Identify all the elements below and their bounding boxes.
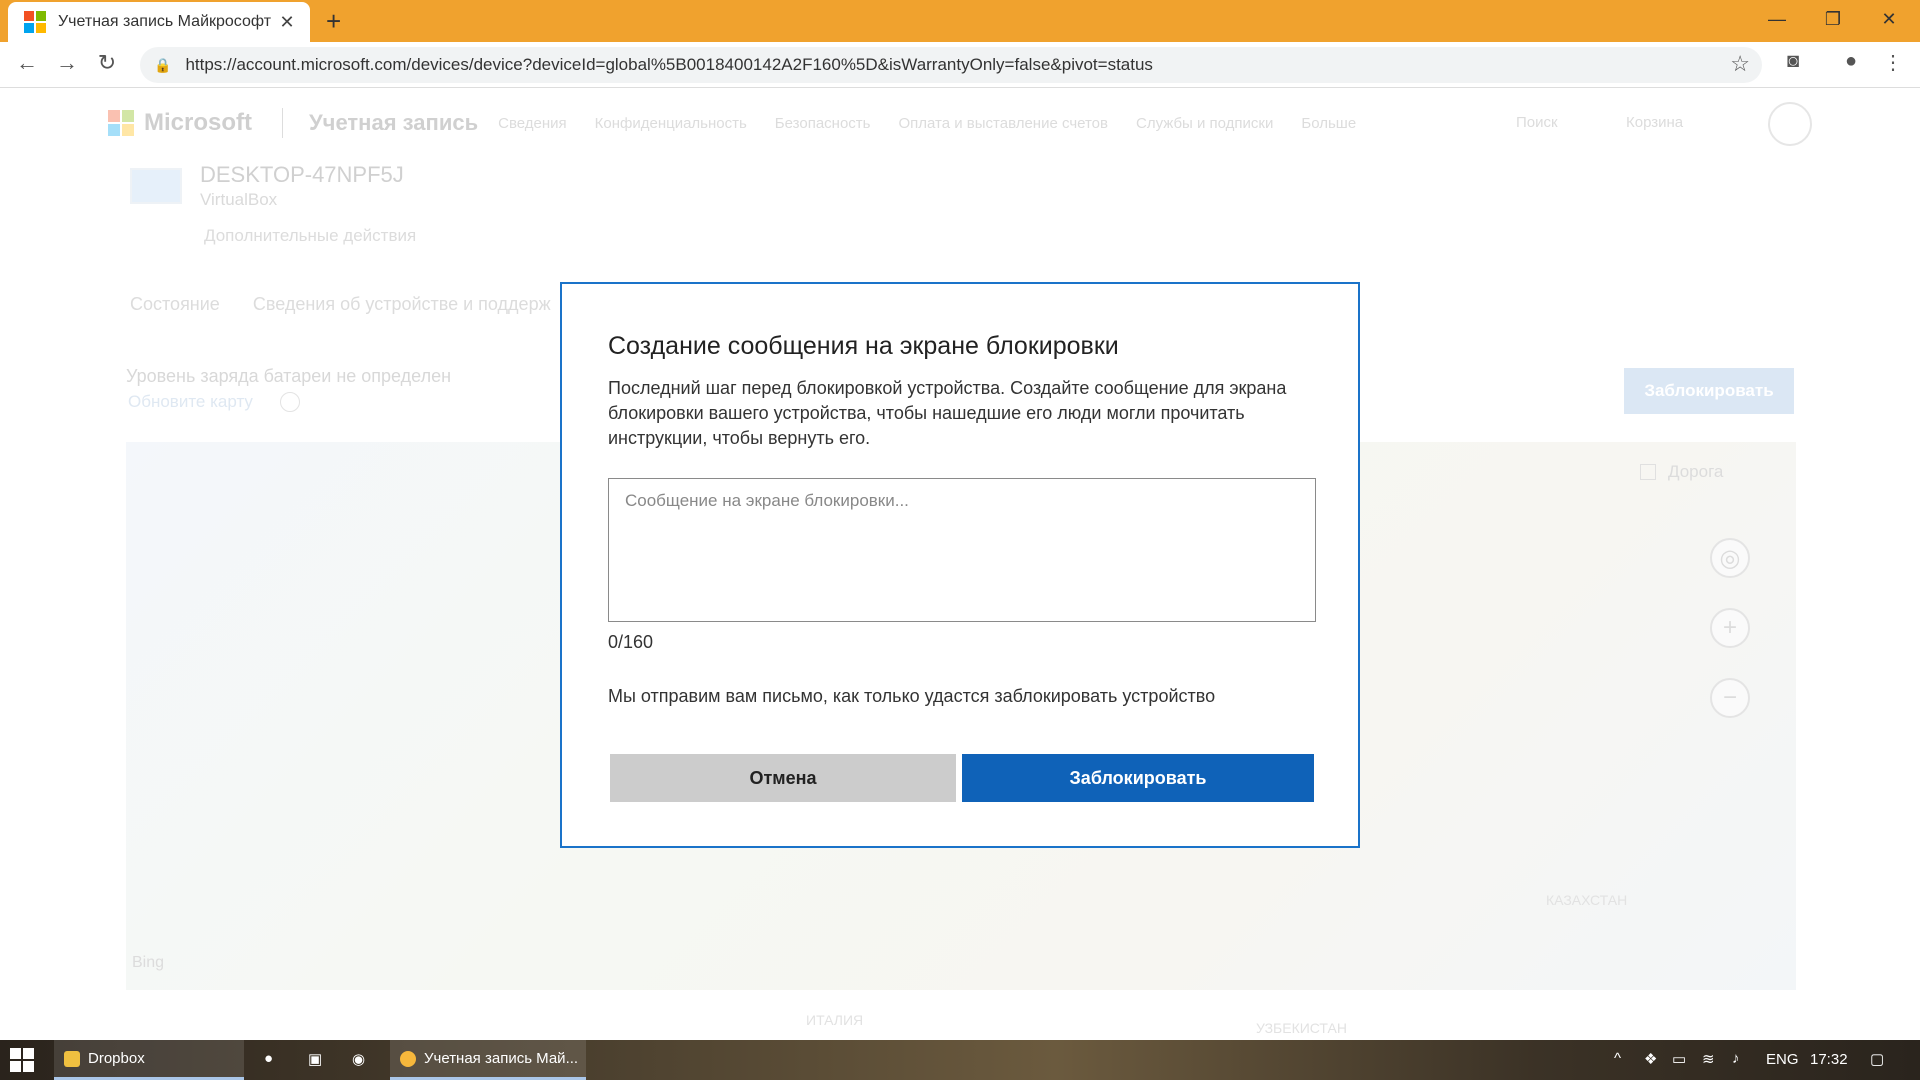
firefox-icon[interactable]: ● [264,1050,273,1067]
url-text[interactable]: https://account.microsoft.com/devices/de… [185,55,1153,75]
nav-cart[interactable]: Корзина [1626,114,1683,131]
device-model: VirtualBox [200,190,278,209]
app-icon[interactable]: ▣ [308,1050,322,1068]
map-label-kazakhstan: КАЗАХСТАН [1546,892,1628,908]
lock-message-input[interactable] [608,478,1316,622]
minimize-button[interactable]: — [1754,4,1800,34]
taskbar-item-chrome[interactable]: Учетная запись Май... [390,1040,586,1080]
nav-divider [282,108,283,138]
chrome-icon [400,1050,416,1067]
bookmark-star-icon[interactable]: ☆ [1730,51,1750,77]
lock-device-button-bg[interactable]: Заблокировать [1624,368,1794,414]
windows-taskbar: Dropbox ● ▣ ◉ Учетная запись Май... ^ ❖ … [0,1040,1920,1080]
dialog-title: Создание сообщения на экране блокировки [608,332,1119,360]
bing-logo: Bing [132,954,165,971]
language-indicator[interactable]: ENG [1766,1051,1799,1068]
chevron-up-icon[interactable]: ^ [1614,1050,1621,1067]
taskbar-item-dropbox[interactable]: Dropbox [54,1040,244,1080]
map-label-italy: ИТАЛИЯ [806,1012,864,1028]
more-actions-link[interactable]: Дополнительные действия [204,226,416,246]
account-avatar[interactable] [1768,102,1812,146]
device-name: DESKTOP-47NPF5J [200,162,404,187]
spotify-icon[interactable]: ◉ [352,1050,365,1068]
browser-toolbar: ← → ↻ 🔒 https://account.microsoft.com/de… [0,42,1920,88]
map-label-uzbekistan: УЗБЕКИСТАН [1256,1020,1347,1036]
nav-link-info[interactable]: Сведения [498,115,567,132]
device-tabs: Состояние Сведения об устройстве и подде… [130,294,579,315]
battery-icon[interactable]: ▭ [1672,1050,1686,1068]
roads-label: Дорога [1668,462,1724,481]
microsoft-logo-icon [24,11,46,33]
nav-search[interactable]: Поиск [1516,114,1558,131]
site-nav: Microsoft Учетная запись Сведения Конфид… [108,106,1384,140]
zoom-out-icon[interactable]: − [1710,678,1750,718]
zoom-in-icon[interactable]: + [1710,608,1750,648]
nav-link-services[interactable]: Службы и подписки [1136,115,1273,132]
taskbar-item-label: Учетная запись Май... [424,1050,579,1067]
browser-titlebar: Учетная запись Майкрософт | Р ✕ + — ❐ ✕ [0,0,1920,42]
tab-title: Учетная запись Майкрософт | Р [58,13,276,30]
update-map-link[interactable]: Обновите карту [128,392,253,412]
maximize-button[interactable]: ❐ [1810,4,1856,34]
nav-link-security[interactable]: Безопасность [775,115,871,132]
tab-close-icon[interactable]: ✕ [276,12,298,33]
character-counter: 0/160 [608,632,654,652]
battery-status: Уровень заряда батареи не определен [126,366,452,386]
close-window-button[interactable]: ✕ [1866,4,1912,34]
cancel-button[interactable]: Отмена [610,754,956,802]
dialog-description: Последний шаг перед блокировкой устройст… [608,378,1287,448]
reload-button[interactable]: ↻ [92,50,122,76]
lock-button[interactable]: Заблокировать [962,754,1314,802]
notifications-icon[interactable]: ▢ [1870,1050,1884,1068]
wifi-icon[interactable]: ≋ [1702,1050,1715,1068]
clock[interactable]: 17:32 [1810,1051,1848,1068]
taskbar-item-label: Dropbox [88,1050,145,1067]
brand[interactable]: Microsoft [144,109,252,137]
account-title[interactable]: Учетная запись [309,110,478,136]
locate-icon[interactable]: ◎ [1710,538,1750,578]
volume-icon[interactable]: ♪ [1732,1050,1740,1067]
nav-link-billing[interactable]: Оплата и выставление счетов [898,115,1108,132]
email-notice: Мы отправим вам письмо, как только удаст… [608,686,1216,706]
tab-device-info[interactable]: Сведения об устройстве и поддерж [253,294,551,314]
new-tab-button[interactable]: + [326,6,341,37]
back-button[interactable]: ← [12,50,42,76]
dropbox-tray-icon[interactable]: ❖ [1644,1050,1657,1068]
profile-icon[interactable]: ● [1836,50,1866,73]
roads-toggle[interactable]: Дорога [1640,462,1723,482]
lock-icon: 🔒 [154,56,172,73]
info-icon[interactable] [280,392,300,412]
forward-button[interactable]: → [52,50,82,76]
lock-message-dialog: Создание сообщения на экране блокировки … [560,282,1360,848]
pocket-icon[interactable]: ◙ [1778,50,1808,73]
nav-link-privacy[interactable]: Конфиденциальность [595,115,747,132]
windows-start-icon[interactable] [10,1048,34,1072]
nav-link-more[interactable]: Больше [1301,115,1356,132]
roads-checkbox[interactable] [1640,464,1656,480]
microsoft-logo-icon[interactable] [108,110,134,136]
address-bar[interactable]: 🔒 https://account.microsoft.com/devices/… [140,47,1762,83]
device-image [130,168,182,204]
browser-tab-active[interactable]: Учетная запись Майкрософт | Р ✕ [8,2,310,42]
menu-icon[interactable]: ⋮ [1878,50,1908,75]
tab-status[interactable]: Состояние [130,294,220,314]
explorer-icon [64,1050,80,1067]
